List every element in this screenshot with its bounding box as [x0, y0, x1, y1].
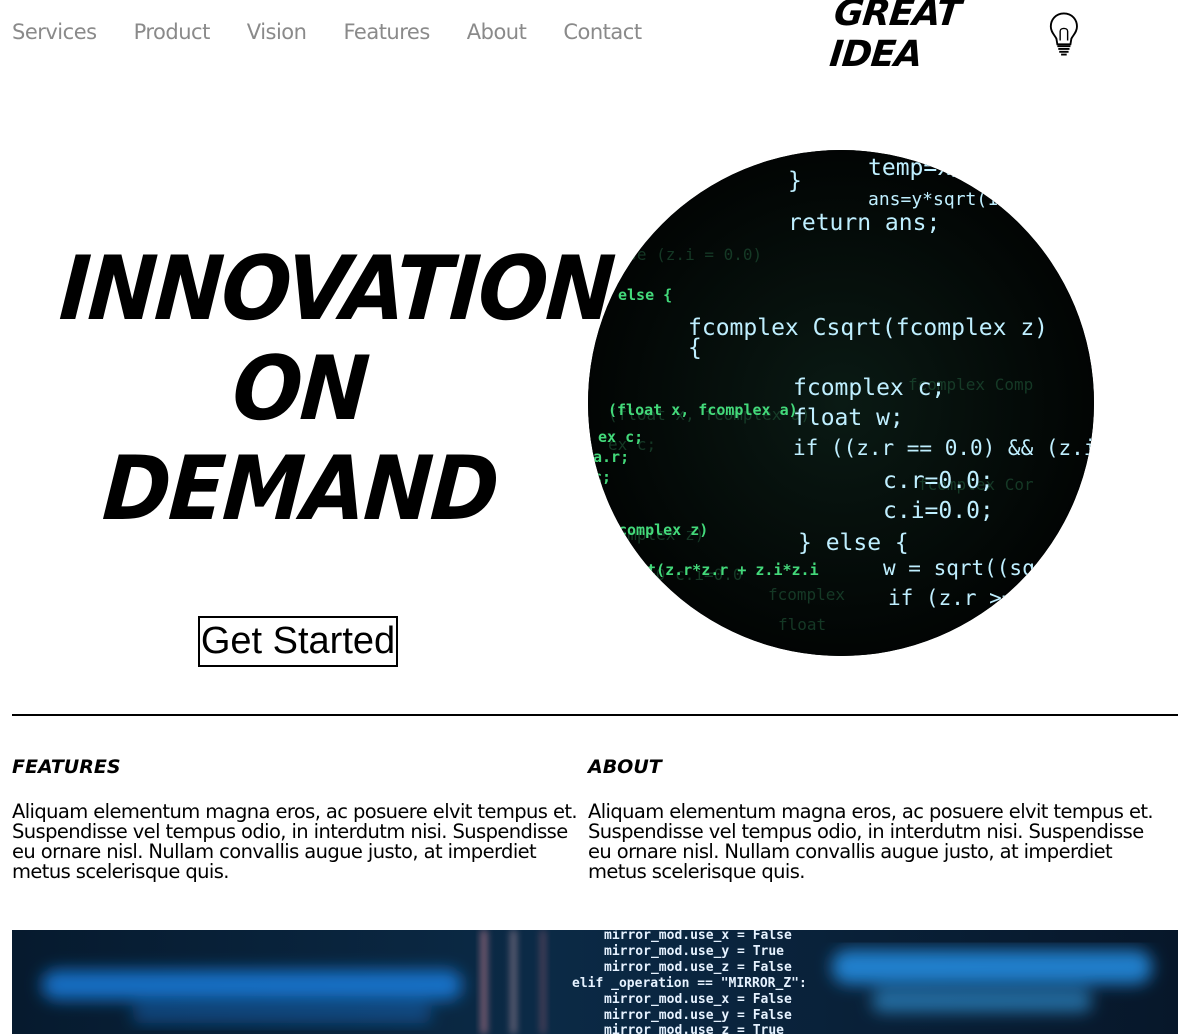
- logo[interactable]: GREAT IDEA: [828, 0, 1080, 75]
- svg-text:rt(z.r*z.r + z.i*z.i: rt(z.r*z.r + z.i*z.i: [638, 561, 819, 579]
- lightbulb-icon: [1050, 12, 1079, 56]
- svg-text:ex c;: ex c;: [598, 428, 643, 446]
- hero-code-line: w = sqrt((sqrt(z.r: [883, 556, 1094, 580]
- about-heading: ABOUT: [588, 756, 662, 778]
- hero-title-line: INNOVATION: [56, 238, 617, 341]
- hero-code-line: temp=x/y;: [868, 155, 993, 181]
- banner-code-line: mirror_mod.use_x = False: [604, 992, 792, 1007]
- features-section: FEATURES Aliquam elementum magna eros, a…: [12, 756, 584, 882]
- hero-code-line: if (z.r >= 0.0){: [888, 586, 1090, 610]
- hero-code-graphic: else (z.i = 0.0) (float x, fcomplex a) e…: [588, 150, 1094, 656]
- hero-code-line: ans=y*sqrt(1.0+temp*temp);: [868, 189, 1094, 210]
- features-body: Aliquam elementum magna eros, ac posuere…: [12, 800, 578, 883]
- banner-code-line: mirror_mod.use_y = True: [604, 944, 784, 959]
- hero-code-line: {: [688, 335, 702, 361]
- banner-code-line: mirror_mod.use_z = True: [604, 1023, 784, 1034]
- hero-code-line: c.r=0.0;: [883, 468, 994, 494]
- nav-link-vision[interactable]: Vision: [247, 20, 307, 44]
- hero-title-line: ON: [229, 338, 371, 441]
- nav-link-about[interactable]: About: [467, 20, 527, 44]
- hero-code-line: }: [788, 168, 802, 194]
- get-started-button[interactable]: Get Started: [198, 616, 398, 667]
- svg-text:complex z): complex z): [618, 521, 708, 539]
- hero-title: INNOVATION ON DEMAND: [57, 238, 616, 541]
- nav-link-services[interactable]: Services: [12, 20, 97, 44]
- logo-text: GREAT IDEA: [827, 0, 963, 75]
- hero-code-line: fcomplex c;: [793, 375, 945, 401]
- hero-code-line: float w;: [793, 405, 904, 431]
- svg-text:fcomplex: fcomplex: [768, 585, 845, 604]
- svg-text:else (z.i = 0.0): else (z.i = 0.0): [608, 245, 762, 264]
- hero-code-line: if ((z.r == 0.0) && (z.i == 0.0) {: [793, 436, 1094, 460]
- banner-code-line: mirror_mod.use_z = False: [604, 960, 792, 975]
- section-divider: [12, 714, 1178, 716]
- nav-link-features[interactable]: Features: [343, 20, 430, 44]
- banner-code-line: elif _operation == "MIRROR_Z":: [572, 976, 807, 991]
- hero-code-image: else (z.i = 0.0) (float x, fcomplex a) e…: [588, 150, 1094, 656]
- hero-code-line: c.i=0.0;: [883, 498, 994, 524]
- svg-text:float: float: [778, 615, 826, 634]
- svg-text:a.r;: a.r;: [593, 448, 629, 466]
- hero-code-line: fcomplex Csqrt(fcomplex z): [688, 315, 1048, 341]
- banner-code-line: mirror_mod.use_x = False: [604, 930, 792, 943]
- hero-code-line: } else {: [798, 530, 909, 556]
- banner-code-line: mirror_mod.use_y = False: [604, 1008, 792, 1023]
- features-heading: FEATURES: [12, 756, 121, 778]
- nav-link-product[interactable]: Product: [134, 20, 211, 44]
- about-body: Aliquam elementum magna eros, ac posuere…: [588, 800, 1154, 883]
- hero-code-line: return ans;: [788, 210, 940, 236]
- main-nav: Services Product Vision Features About C…: [12, 20, 642, 44]
- about-section: ABOUT Aliquam elementum magna eros, ac p…: [588, 756, 1160, 882]
- code-banner-image: mirror_mod.use_x = False mirror_mod.use_…: [12, 930, 1178, 1034]
- hero-title-line: DEMAND: [99, 438, 501, 541]
- nav-link-contact[interactable]: Contact: [563, 20, 642, 44]
- svg-text:(float x, fcomplex a): (float x, fcomplex a): [608, 401, 798, 419]
- banner-code-graphic: mirror_mod.use_x = False mirror_mod.use_…: [12, 930, 1178, 1034]
- svg-text:else {: else {: [618, 286, 672, 304]
- svg-text:c;: c;: [593, 468, 611, 486]
